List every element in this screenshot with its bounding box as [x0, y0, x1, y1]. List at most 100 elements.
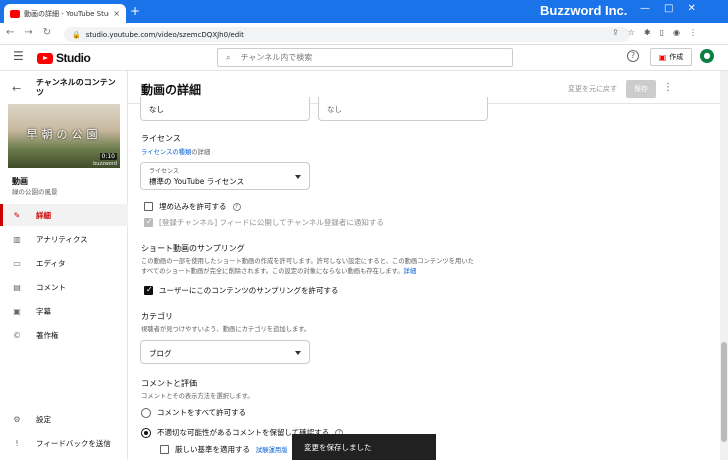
sidepanel-icon[interactable]: ▯ [660, 28, 664, 37]
feedback-icon: ! [15, 438, 19, 448]
sidebar-item-comments[interactable]: ▤ コメント [0, 276, 128, 298]
sidebar-item-analytics[interactable]: ▥ アナリティクス [0, 228, 128, 250]
browser-nav-buttons: ← → ↻ [6, 27, 51, 38]
bookmark-star-icon[interactable]: ☆ [628, 28, 635, 37]
hamburger-menu-icon[interactable]: ☰ [13, 49, 24, 63]
save-button[interactable]: 保存 [626, 80, 656, 98]
sidebar-item-label: 字幕 [36, 306, 51, 316]
search-icon: ⌕ [226, 52, 231, 62]
sidebar-item-label: 設定 [36, 414, 51, 424]
saved-snackbar: 変更を保存しました [292, 434, 436, 460]
create-label: 作成 [669, 53, 684, 61]
back-arrow-icon[interactable]: ← [12, 82, 21, 95]
url-field[interactable]: 🔒 studio.youtube.com/video/szemcDQXJh0/e… [64, 27, 630, 42]
browser-menu-icon[interactable]: ⋮ [689, 28, 697, 37]
youtube-studio-logo[interactable]: Studio [37, 51, 91, 65]
license-select[interactable]: ライセンス 標準の YouTube ライセンス [140, 162, 310, 190]
browser-toolbar-icons: ⇪ ☆ ✱ ▯ ◉ ⋮ [612, 28, 697, 37]
avatar[interactable]: ● [700, 49, 714, 63]
license-type-link[interactable]: ライセンスの種類 [141, 149, 191, 156]
gear-icon: ⚙ [13, 414, 21, 424]
help-icon[interactable]: ? [627, 50, 639, 62]
sidebar-item-feedback[interactable]: ! フィードバックを送信 [0, 432, 128, 454]
tab-close-icon[interactable]: × [113, 9, 120, 18]
sidebar-item-copyright[interactable]: © 著作権 [0, 324, 128, 346]
category-value: ブログ [149, 349, 172, 358]
embed-checkbox[interactable]: 埋め込みを許可する ? [144, 201, 241, 212]
strict-criteria-label: 厳しい基準を適用する [175, 445, 250, 454]
comments-allow-all-label: コメントをすべて許可する [157, 408, 247, 417]
shorts-section-title: ショート動画のサンプリング [141, 244, 245, 253]
comments-allow-all-radio[interactable]: コメントをすべて許可する [141, 407, 246, 418]
checkbox-icon [144, 202, 153, 211]
close-window-icon[interactable]: ✕ [687, 3, 695, 14]
thumbnail-text: 早朝の公園 [26, 128, 102, 141]
shorts-sampling-checkbox[interactable]: ユーザーにこのコンテンツのサンプリングを許可する [144, 285, 338, 296]
license-field-value: 標準の YouTube ライセンス [149, 177, 245, 186]
experimental-badge: 試験運用版 [256, 447, 288, 454]
subtitles-icon: ▣ [13, 306, 21, 316]
sidebar-item-label: コメント [36, 282, 66, 292]
checkbox-icon [160, 445, 169, 454]
top-field-left-value: なし [149, 105, 164, 114]
shorts-desc-line2: すべてのショート動画が完全に削除されます。この設定の対象にならない動画も存在しま… [141, 267, 416, 277]
video-camera-icon: ▣ [658, 52, 667, 62]
undo-changes-button[interactable]: 変更を元に戻す [568, 84, 617, 94]
create-button[interactable]: ▣ 作成 [650, 48, 692, 66]
analytics-icon: ▥ [13, 234, 21, 244]
sidebar-item-settings[interactable]: ⚙ 設定 [0, 408, 128, 430]
category-desc: 視聴者が見つけやすいよう、動画にカテゴリを追加します。 [141, 326, 311, 333]
video-duration: 0:10 [99, 153, 117, 160]
forward-icon[interactable]: → [24, 27, 32, 38]
checkbox-checked-icon [144, 285, 153, 295]
more-options-icon[interactable]: ⋮ [663, 82, 673, 93]
license-field-label: ライセンス [149, 168, 179, 175]
comments-section-title: コメントと評価 [141, 379, 197, 388]
share-icon[interactable]: ⇪ [612, 28, 619, 37]
copyright-icon: © [13, 330, 21, 340]
top-field-left[interactable]: なし [140, 97, 310, 121]
search-placeholder: チャンネル内で検索 [240, 53, 313, 62]
top-field-right[interactable]: なし [318, 97, 488, 121]
shorts-detail-link[interactable]: 詳細 [404, 268, 417, 275]
license-help-suffix: の詳細 [191, 149, 211, 156]
category-section-title: カテゴリ [141, 312, 173, 321]
browser-tab[interactable]: 動画の詳細 - YouTube Studio × [4, 4, 126, 23]
channel-search-input[interactable]: ⌕ チャンネル内で検索 [217, 48, 513, 67]
dropdown-caret-icon [295, 175, 301, 179]
thumbnail-footer: buzzword [93, 161, 117, 167]
pencil-icon: ✎ [13, 210, 21, 220]
sidebar-item-subtitles[interactable]: ▣ 字幕 [0, 300, 128, 322]
sidebar-item-editor[interactable]: ▭ エディタ [0, 252, 128, 274]
tab-title: 動画の詳細 - YouTube Studio [24, 9, 109, 18]
strict-criteria-checkbox[interactable]: 厳しい基準を適用する 試験運用版 [160, 444, 287, 455]
scrollbar-thumb[interactable] [721, 342, 727, 442]
sidebar-item-label: エディタ [36, 258, 66, 268]
shorts-desc-line1: この動画の一部を使用したショート動画の作成を許可します。許可しない設定にすると、… [141, 258, 474, 265]
sidebar-item-details[interactable]: ✎ 詳細 [0, 204, 128, 226]
new-tab-button[interactable]: + [130, 4, 140, 18]
embed-label: 埋め込みを許可する [159, 202, 227, 211]
radio-on-icon [141, 427, 151, 438]
youtube-play-icon [37, 52, 53, 64]
youtube-favicon-icon [10, 9, 20, 18]
back-icon[interactable]: ← [6, 27, 14, 38]
checkbox-disabled-icon [144, 217, 153, 227]
editor-icon: ▭ [13, 258, 21, 268]
dropdown-caret-icon [295, 351, 301, 355]
category-select[interactable]: ブログ [140, 340, 310, 364]
video-thumbnail[interactable]: 早朝の公園 0:10 buzzword [8, 104, 120, 168]
reload-icon[interactable]: ↻ [43, 27, 51, 38]
brand-watermark: Buzzword Inc. [540, 3, 628, 18]
profile-icon[interactable]: ◉ [673, 28, 680, 37]
logo-text: Studio [56, 51, 91, 65]
minimize-icon[interactable]: — [640, 3, 650, 14]
channel-content-title[interactable]: チャンネルのコンテンツ [36, 78, 122, 98]
maximize-icon[interactable]: □ [664, 3, 673, 14]
comment-icon: ▤ [13, 282, 21, 292]
comments-desc: コメントとその表示方法を選択します。 [141, 393, 254, 400]
extensions-icon[interactable]: ✱ [644, 28, 651, 37]
sidebar-item-label: 著作権 [36, 330, 59, 340]
help-circle-icon[interactable]: ? [232, 202, 241, 211]
page-title: 動画の詳細 [141, 83, 202, 97]
